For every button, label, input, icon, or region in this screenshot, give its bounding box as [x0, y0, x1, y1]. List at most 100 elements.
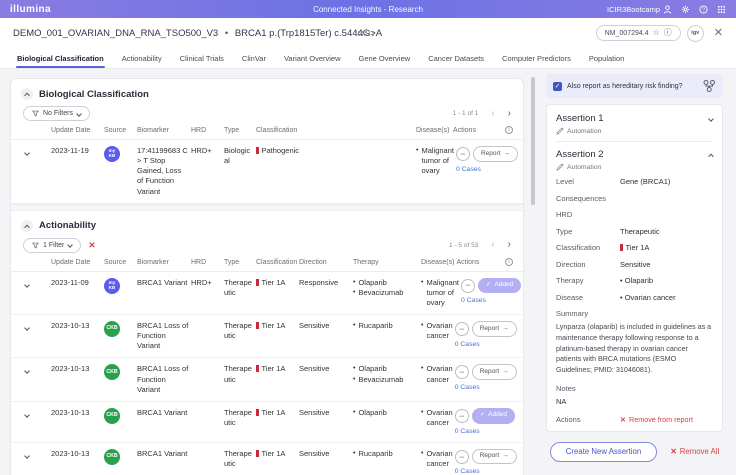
expand-row-button[interactable]: [21, 278, 49, 290]
mykb-source-icon: myKB: [104, 278, 120, 294]
user-menu[interactable]: ICIR3Bootcamp: [607, 5, 672, 14]
cases-link[interactable]: 0 Cases: [461, 296, 521, 305]
cases-link[interactable]: 0 Cases: [455, 340, 515, 349]
action-cell: −✓Added 0 Cases: [455, 408, 515, 436]
date-cell: 2023-10-13: [51, 408, 102, 418]
tab-cancer-datasets[interactable]: Cancer Datasets: [419, 48, 493, 68]
previous-page-button[interactable]: ‹: [491, 240, 494, 250]
tab-biological-classification[interactable]: Biological Classification: [8, 48, 113, 68]
expand-row-button[interactable]: [21, 146, 49, 158]
added-button[interactable]: ✓Added: [478, 278, 521, 294]
bullet-text: Ovarian cancer: [426, 408, 452, 428]
report-button[interactable]: Report→: [473, 146, 518, 162]
settings-gear-icon[interactable]: [681, 5, 690, 14]
tab-clinical-trials[interactable]: Clinical Trials: [171, 48, 233, 68]
report-label: Report: [480, 368, 500, 377]
cases-link[interactable]: 0 Cases: [455, 467, 515, 475]
bullet-item: •Olaparib: [353, 408, 419, 418]
cases-link[interactable]: 0 Cases: [455, 383, 515, 392]
chevron-down-icon: [24, 150, 30, 156]
report-button[interactable]: Report→: [472, 364, 517, 380]
pagination: 1 - 1 of 1‹›: [453, 109, 511, 119]
remove-from-report-button[interactable]: ✕ Remove from report: [620, 415, 693, 424]
section-divider: [11, 204, 523, 211]
clear-filter-icon[interactable]: ✕: [88, 240, 95, 251]
disease-list: •Malignant tumor of ovary: [421, 278, 459, 308]
diseases-cell: •Ovarian cancer: [421, 364, 453, 384]
action-cell: −✓Added 0 Cases: [461, 278, 521, 306]
date-cell: 2023-10-13: [51, 364, 102, 374]
info-icon[interactable]: i: [505, 258, 513, 266]
assertion-2-automation-badge: Automation: [556, 163, 713, 171]
assertion-1-header[interactable]: Assertion 1: [556, 110, 713, 125]
cases-link[interactable]: 0 Cases: [456, 165, 516, 174]
tab-clinvar[interactable]: ClinVar: [233, 48, 275, 68]
tab-gene-overview[interactable]: Gene Overview: [350, 48, 420, 68]
exclude-button[interactable]: −: [455, 409, 469, 423]
info-icon[interactable]: i: [505, 126, 513, 134]
field-value: • Olaparib: [620, 276, 653, 285]
next-page-button[interactable]: ›: [508, 240, 511, 250]
create-new-assertion-button[interactable]: Create New Assertion: [550, 442, 657, 462]
added-button[interactable]: ✓Added: [472, 408, 515, 424]
remove-all-button[interactable]: ✕ Remove All: [670, 447, 719, 456]
bullet-dot: •: [353, 408, 355, 418]
report-label: Report: [481, 150, 501, 159]
bullet-item: •Bevacizumab: [353, 375, 419, 385]
field-label: Type: [556, 227, 620, 236]
expand-row-button[interactable]: [21, 321, 49, 333]
expand-row-button[interactable]: [21, 408, 49, 420]
close-icon[interactable]: ✕: [714, 28, 723, 39]
star-icon[interactable]: ☆: [653, 29, 660, 37]
exclude-button[interactable]: −: [455, 322, 469, 336]
disease-list: •Ovarian cancer: [421, 364, 453, 384]
type-cell: Therapeutic: [224, 278, 254, 298]
drag-handle[interactable]: [355, 31, 375, 37]
field-label: Consequences: [556, 194, 620, 203]
tab-actionability[interactable]: Actionability: [113, 48, 171, 68]
classification-cell: Tier 1A: [256, 321, 297, 331]
exclude-button[interactable]: −: [455, 365, 469, 379]
hereditary-risk-checkbox[interactable]: ✓: [553, 82, 562, 91]
filter-button[interactable]: No Filters: [23, 106, 90, 121]
column-header-classification: Classification: [256, 127, 414, 134]
table-row: 2023-11-09myKBBRCA1 VariantHRD+Therapeut…: [11, 272, 523, 315]
diseases-cell: •Ovarian cancer: [421, 408, 453, 428]
info-icon[interactable]: ⓘ: [664, 29, 672, 37]
report-button[interactable]: Report→: [472, 449, 517, 465]
expand-row-button[interactable]: [21, 449, 49, 461]
field-label: Level: [556, 177, 620, 186]
classification-text: Pathogenic: [262, 146, 300, 155]
next-page-button[interactable]: ›: [508, 109, 511, 119]
vertical-scrollbar[interactable]: [531, 77, 535, 205]
bullet-dot: •: [421, 321, 423, 341]
exclude-button[interactable]: −: [461, 279, 475, 293]
exclude-button[interactable]: −: [455, 450, 469, 464]
filter-label: No Filters: [43, 110, 73, 117]
summary-label: Summary: [556, 309, 713, 318]
section-actionability: Actionability1 Filter✕1 - 5 of 53‹›Updat…: [11, 211, 523, 475]
field-value: • Ovarian cancer: [620, 293, 676, 302]
collapse-button[interactable]: [21, 88, 33, 100]
hereditary-risk-label: Also report as hereditary risk finding?: [567, 83, 683, 90]
ckb-source-icon: CKB: [104, 449, 120, 465]
igv-button[interactable]: igv: [687, 25, 704, 42]
actions-label: Actions: [556, 415, 620, 424]
transcript-pill[interactable]: NM_007294.4 ☆ ⓘ: [596, 25, 681, 41]
report-button[interactable]: Report→: [472, 321, 517, 337]
tab-population[interactable]: Population: [580, 48, 633, 68]
tab-computer-predictors[interactable]: Computer Predictors: [493, 48, 580, 68]
apps-grid-icon[interactable]: [717, 5, 726, 14]
help-icon[interactable]: ?: [699, 5, 708, 14]
assertion-2-header[interactable]: Assertion 2: [556, 146, 713, 161]
classification-bar: [256, 365, 259, 372]
classification-text: Tier 1A: [262, 408, 286, 417]
classification-bar: [620, 244, 623, 251]
expand-row-button[interactable]: [21, 364, 49, 376]
exclude-button[interactable]: −: [456, 147, 470, 161]
filter-button[interactable]: 1 Filter: [23, 238, 81, 253]
previous-page-button[interactable]: ‹: [491, 109, 494, 119]
cases-link[interactable]: 0 Cases: [455, 427, 515, 436]
collapse-button[interactable]: [21, 220, 33, 232]
tab-variant-overview[interactable]: Variant Overview: [275, 48, 350, 68]
